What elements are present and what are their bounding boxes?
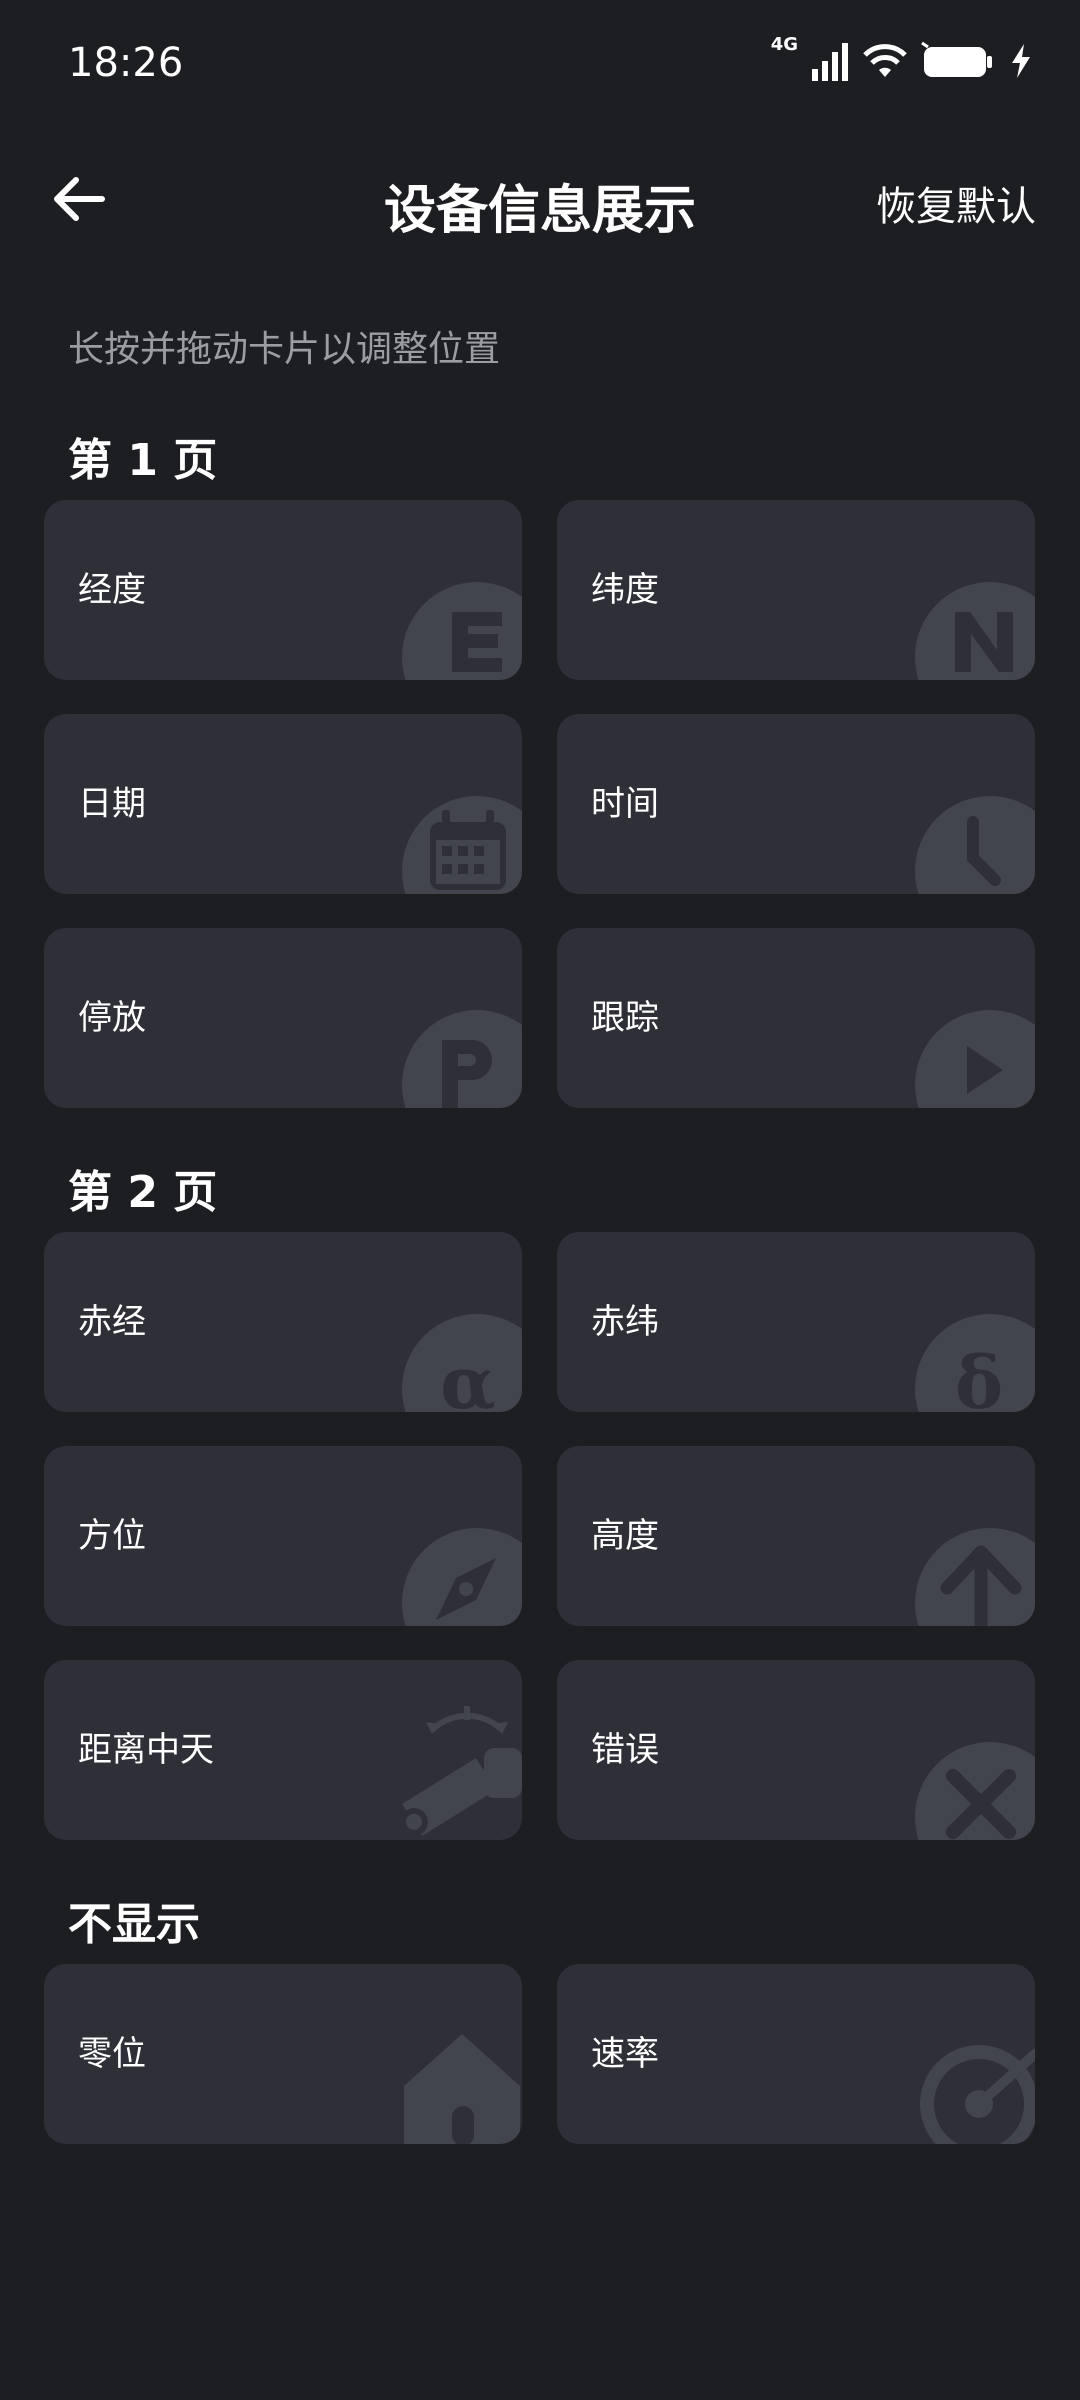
section-title-page-1: 第 1 页 [68, 435, 218, 486]
card-label: 速率 [591, 2034, 659, 2074]
card-date[interactable]: 日期 [44, 714, 522, 894]
card-meridian-distance[interactable]: 距离中天 [44, 1660, 522, 1840]
card-error[interactable]: 错误 [557, 1660, 1035, 1840]
card-label: 零位 [78, 2034, 146, 2074]
delta-icon: δ [915, 1314, 1035, 1412]
card-latitude[interactable]: 纬度 [557, 500, 1035, 680]
card-label: 距离中天 [78, 1730, 214, 1770]
card-azimuth[interactable]: 方位 [44, 1446, 522, 1626]
reset-default-button[interactable]: 恢复默认 [876, 174, 1036, 232]
card-zero-position[interactable]: 零位 [44, 1964, 522, 2144]
card-rate[interactable]: 速率 [557, 1964, 1035, 2144]
svg-text:δ: δ [955, 1340, 1003, 1412]
drag-hint-text: 长按并拖动卡片以调整位置 [68, 329, 501, 370]
status-icons: 4G [771, 34, 1030, 84]
card-declination[interactable]: 赤纬 δ [557, 1232, 1035, 1412]
app-bar: 设备信息展示 恢复默认 [0, 128, 1080, 278]
speedometer-icon [920, 2045, 1035, 2144]
section-title-hidden: 不显示 [68, 1899, 200, 1950]
alpha-icon: α [402, 1314, 522, 1412]
card-time[interactable]: 时间 [557, 714, 1035, 894]
section-title-page-2: 第 2 页 [68, 1167, 218, 1218]
n-letter-icon [915, 582, 1035, 680]
card-label: 纬度 [591, 570, 659, 610]
card-park[interactable]: 停放 [44, 928, 522, 1108]
e-letter-icon [402, 582, 522, 680]
card-label: 时间 [591, 784, 659, 824]
card-label: 经度 [78, 570, 146, 610]
signal-icon [812, 43, 848, 81]
card-track[interactable]: 跟踪 [557, 928, 1035, 1108]
card-label: 停放 [78, 998, 146, 1038]
status-time: 18:26 [68, 40, 184, 86]
calendar-icon [402, 796, 522, 894]
card-label: 赤纬 [591, 1302, 659, 1342]
card-label: 日期 [78, 784, 146, 824]
wifi-icon [863, 44, 907, 77]
card-label: 高度 [591, 1516, 659, 1556]
card-label: 赤经 [78, 1302, 146, 1342]
play-icon [915, 1010, 1035, 1108]
card-longitude[interactable]: 经度 [44, 500, 522, 680]
card-label: 错误 [591, 1730, 659, 1770]
card-right-ascension[interactable]: 赤经 α [44, 1232, 522, 1412]
parking-icon [402, 1010, 522, 1108]
network-type-label: 4G [770, 34, 798, 55]
svg-text:α: α [440, 1340, 495, 1412]
clock-icon [915, 796, 1035, 894]
arrow-up-icon [915, 1528, 1035, 1626]
charging-icon [1012, 44, 1030, 78]
card-altitude[interactable]: 高度 [557, 1446, 1035, 1626]
home-icon [404, 2034, 520, 2144]
status-bar: 18:26 4G [0, 0, 1080, 128]
card-label: 方位 [78, 1516, 146, 1556]
compass-icon [402, 1528, 522, 1626]
telescope-icon [400, 1706, 522, 1836]
card-label: 跟踪 [591, 998, 659, 1038]
battery-icon [921, 41, 992, 77]
close-x-icon [915, 1742, 1035, 1840]
